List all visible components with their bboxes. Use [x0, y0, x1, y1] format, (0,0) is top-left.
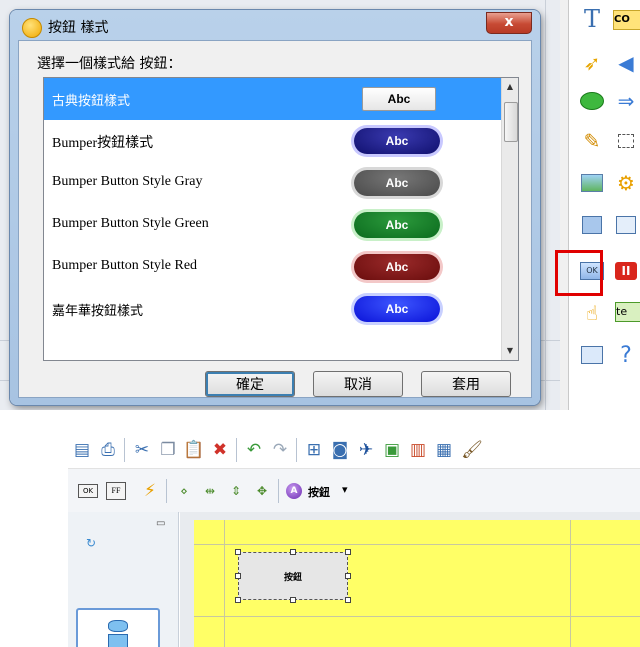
selected-button-object[interactable]: 按鈕 — [238, 552, 348, 600]
scroll-up-icon[interactable]: ▲ — [505, 82, 515, 92]
align-middle-icon[interactable]: ✥ — [250, 479, 274, 503]
canvas-area: 按鈕 — [180, 512, 640, 647]
style-preview: Abc — [354, 296, 440, 322]
style-dialog-screenshot: T CO ➶ ◀ ⇒ ✎ ⚙ OK II ☝ te ? 按鈕 樣式 x 選擇一個… — [0, 0, 640, 410]
list-item[interactable]: Bumper Button Style Gray Abc — [44, 162, 501, 204]
frame-tool-icon[interactable] — [613, 128, 639, 154]
style-preview: Abc — [362, 87, 436, 111]
page-panel: ▭ ↻ — [68, 512, 179, 647]
list-item[interactable]: Bumper按鈕樣式 Abc — [44, 120, 501, 162]
dialog-prompt: 選擇一個樣式給 按鈕： — [37, 56, 182, 72]
format-toolbar: OK FF ⚡ ⋄ ⇹ ⇕ ✥ A 按鈕 ▾ — [68, 468, 640, 513]
refresh-icon[interactable]: ↻ — [86, 536, 96, 550]
cancel-button[interactable]: 取消 — [313, 371, 403, 397]
delete-icon[interactable]: ✖ — [208, 438, 232, 462]
list-item[interactable]: 古典按鈕樣式 Abc — [44, 78, 501, 120]
close-button[interactable]: x — [486, 12, 532, 34]
style-label: 嘉年華按鈕樣式 — [52, 304, 144, 319]
align-center-v-icon[interactable]: ⇕ — [224, 479, 248, 503]
object-dropdown-icon[interactable]: ▾ — [342, 483, 348, 496]
scroll-down-icon[interactable]: ▼ — [505, 346, 515, 356]
panel-pin-icon[interactable]: ▭ — [156, 518, 165, 529]
dialog-app-icon — [22, 18, 42, 38]
redo-icon[interactable]: ↷ — [268, 438, 292, 462]
pointer-tool-icon[interactable]: ➶ — [579, 50, 605, 76]
resize-handle[interactable] — [345, 597, 351, 603]
button-style-icon[interactable]: OK — [76, 479, 100, 503]
style-label: Bumper Button Style Green — [52, 216, 209, 231]
button-object-icon[interactable]: A — [282, 479, 306, 503]
main-toolbar: ▤ ⎙ ✂ ❐ 📋 ✖ ↶ ↷ ⊞ ◙ ✈ ▣ ▥ ▦ 🖌 — [68, 432, 640, 468]
question-tool-icon[interactable]: ? — [613, 342, 639, 368]
list-item[interactable]: 嘉年華按鈕樣式 Abc — [44, 288, 501, 330]
insert-image-icon[interactable]: ▣ — [380, 438, 404, 462]
align-text-icon[interactable]: ⋄ — [172, 479, 196, 503]
cut-icon[interactable]: ✂ — [130, 438, 154, 462]
align-center-h-icon[interactable]: ⇹ — [198, 479, 222, 503]
resize-handle[interactable] — [235, 597, 241, 603]
scroll-thumb[interactable] — [504, 102, 518, 142]
object-toolbar: T CO ➶ ◀ ⇒ ✎ ⚙ OK II ☝ te ? — [568, 0, 640, 410]
resize-handle[interactable] — [235, 549, 241, 555]
style-preview: Abc — [354, 170, 440, 196]
apply-button[interactable]: 套用 — [421, 371, 511, 397]
resize-handle[interactable] — [235, 573, 241, 579]
resize-handle[interactable] — [290, 549, 296, 555]
hotspot-tool-icon[interactable] — [579, 212, 605, 238]
style-label: Bumper Button Style Gray — [52, 174, 203, 189]
style-label: Bumper Button Style Red — [52, 258, 198, 273]
page-thumbnail[interactable] — [76, 608, 160, 647]
resize-handle[interactable] — [345, 573, 351, 579]
list-scrollbar[interactable]: ▲ ▼ — [501, 78, 518, 360]
list-item[interactable]: Bumper Button Style Green Abc — [44, 204, 501, 246]
insert-page-icon[interactable]: ▦ — [432, 438, 456, 462]
dialog-body: 選擇一個樣式給 按鈕： 古典按鈕樣式 Abc Bumper按鈕樣式 Abc Bu… — [18, 40, 532, 398]
object-type-label: 按鈕 — [308, 486, 330, 499]
undo-icon[interactable]: ↶ — [242, 438, 266, 462]
font-style-icon[interactable]: FF — [104, 479, 128, 503]
style-preview: Abc — [354, 212, 440, 238]
code-tool-icon[interactable]: CO — [613, 10, 640, 30]
insert-slide-icon[interactable]: ▥ — [406, 438, 430, 462]
image-settings-icon[interactable]: ⚙ — [613, 170, 639, 196]
window-tool-icon[interactable] — [613, 212, 639, 238]
list-item[interactable]: Bumper Button Style Red Abc — [44, 246, 501, 288]
resize-handle[interactable] — [290, 597, 296, 603]
capture-icon[interactable]: ◙ — [328, 438, 352, 462]
button-style-dialog: 按鈕 樣式 x 選擇一個樣式給 按鈕： 古典按鈕樣式 Abc Bumper按鈕樣… — [10, 10, 540, 405]
sound-tool-icon[interactable]: ◀ — [613, 50, 639, 76]
record-icon[interactable]: ✈ — [354, 438, 378, 462]
style-preview: Abc — [354, 128, 440, 154]
style-list[interactable]: 古典按鈕樣式 Abc Bumper按鈕樣式 Abc Bumper Button … — [43, 77, 519, 361]
copy-icon[interactable]: ❐ — [156, 438, 180, 462]
print-icon[interactable]: ⎙ — [96, 438, 120, 462]
editor-screenshot: ▤ ⎙ ✂ ❐ 📋 ✖ ↶ ↷ ⊞ ◙ ✈ ▣ ▥ ▦ 🖌 OK FF ⚡ ⋄ … — [68, 432, 640, 647]
ellipse-tool-icon[interactable] — [579, 88, 605, 114]
style-label: Bumper按鈕樣式 — [52, 136, 154, 151]
pencil-tool-icon[interactable]: ✎ — [579, 128, 605, 154]
resize-handle[interactable] — [345, 549, 351, 555]
page-canvas[interactable]: 按鈕 — [194, 520, 640, 647]
input-tool-icon[interactable] — [579, 342, 605, 368]
pause-tool-icon[interactable]: II — [613, 258, 639, 284]
dialog-title: 按鈕 樣式 — [48, 20, 109, 36]
image-tool-icon[interactable] — [579, 170, 605, 196]
click-tool-icon[interactable]: ☝ — [579, 300, 605, 326]
style-label: 古典按鈕樣式 — [52, 94, 131, 109]
brush-icon[interactable]: 🖌 — [460, 438, 484, 462]
textbox-tool-icon[interactable]: te — [615, 302, 640, 322]
paste-icon[interactable]: 📋 — [182, 438, 206, 462]
ok-button[interactable]: 確定 — [205, 371, 295, 397]
arrow-tool-icon[interactable]: ⇒ — [613, 88, 639, 114]
action-icon[interactable]: ⚡ — [138, 479, 162, 503]
style-preview: Abc — [354, 254, 440, 280]
new-page-icon[interactable]: ⊞ — [302, 438, 326, 462]
save-icon[interactable]: ▤ — [70, 438, 94, 462]
text-tool-icon[interactable]: T — [579, 5, 605, 33]
highlight-box — [555, 250, 603, 296]
